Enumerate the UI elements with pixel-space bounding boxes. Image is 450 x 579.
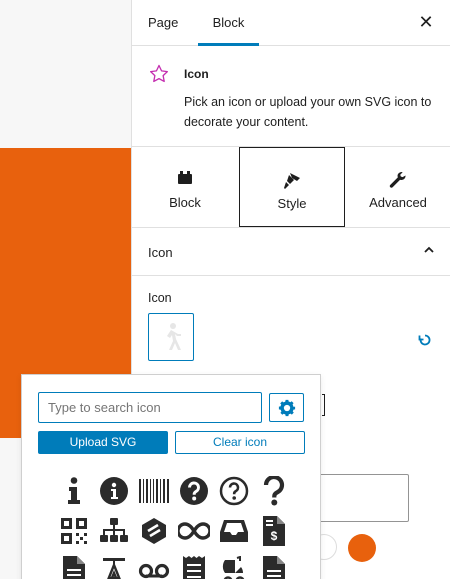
- block-title: Icon: [184, 67, 209, 81]
- tab-block[interactable]: Block: [198, 0, 259, 46]
- tab-label: Style: [277, 196, 307, 211]
- barcode-icon[interactable]: [134, 471, 174, 511]
- color-swatch-orange[interactable]: [348, 534, 376, 562]
- walking-figure-icon: [167, 323, 181, 350]
- sitemap-icon[interactable]: [94, 511, 134, 551]
- invoice-dollar-icon[interactable]: $: [254, 511, 294, 551]
- tab-advanced-settings[interactable]: Advanced: [345, 147, 450, 227]
- tab-style-settings[interactable]: Style: [239, 147, 345, 227]
- style-tabs: Block Style Advanced: [132, 147, 450, 228]
- wrench-icon: [345, 171, 450, 189]
- baby-carriage-icon[interactable]: [214, 551, 254, 579]
- tab-label: Block: [169, 195, 201, 210]
- file-alt-icon[interactable]: [254, 551, 294, 579]
- info-icon[interactable]: [54, 471, 94, 511]
- settings-button[interactable]: [269, 393, 304, 422]
- icon-panel-header[interactable]: Icon: [132, 228, 450, 276]
- stack-icon[interactable]: [134, 511, 174, 551]
- file-lines-icon[interactable]: [54, 551, 94, 579]
- reset-icon[interactable]: [418, 333, 432, 350]
- tab-label: Advanced: [369, 195, 427, 210]
- svg-text:$: $: [271, 529, 278, 543]
- question-icon[interactable]: [254, 471, 294, 511]
- clear-icon-button[interactable]: Clear icon: [175, 431, 305, 454]
- info-circle-icon[interactable]: [94, 471, 134, 511]
- icon-preview-button[interactable]: [148, 313, 194, 361]
- qrcode-icon[interactable]: [54, 511, 94, 551]
- paintbrush-icon: [240, 172, 344, 190]
- gear-icon: [278, 399, 295, 416]
- question-circle-outline-icon[interactable]: [214, 471, 254, 511]
- hidden-control-edge: [322, 394, 325, 416]
- upload-svg-button[interactable]: Upload SVG: [38, 431, 168, 454]
- inbox-icon[interactable]: [214, 511, 254, 551]
- icon-picker-popover: Upload SVG Clear icon $: [21, 374, 321, 579]
- hidden-input-edge: [321, 474, 409, 522]
- tab-page[interactable]: Page: [148, 0, 178, 46]
- sidebar-tabs: Page Block ✕: [132, 0, 450, 46]
- star-outline-icon: [149, 64, 169, 86]
- icon-grid: $: [54, 471, 294, 579]
- close-icon[interactable]: ✕: [416, 13, 436, 33]
- voicemail-icon[interactable]: [134, 551, 174, 579]
- text-height-icon[interactable]: [94, 551, 134, 579]
- chevron-up-icon: [423, 244, 435, 259]
- icon-search-input[interactable]: [38, 392, 262, 423]
- tab-block-settings[interactable]: Block: [132, 147, 238, 227]
- block-icon: [132, 171, 238, 189]
- icon-field-label: Icon: [148, 291, 172, 305]
- receipt-icon[interactable]: [174, 551, 214, 579]
- panel-title: Icon: [148, 245, 173, 260]
- question-circle-icon[interactable]: [174, 471, 214, 511]
- infinity-icon[interactable]: [174, 511, 214, 551]
- block-description: Pick an icon or upload your own SVG icon…: [184, 95, 432, 129]
